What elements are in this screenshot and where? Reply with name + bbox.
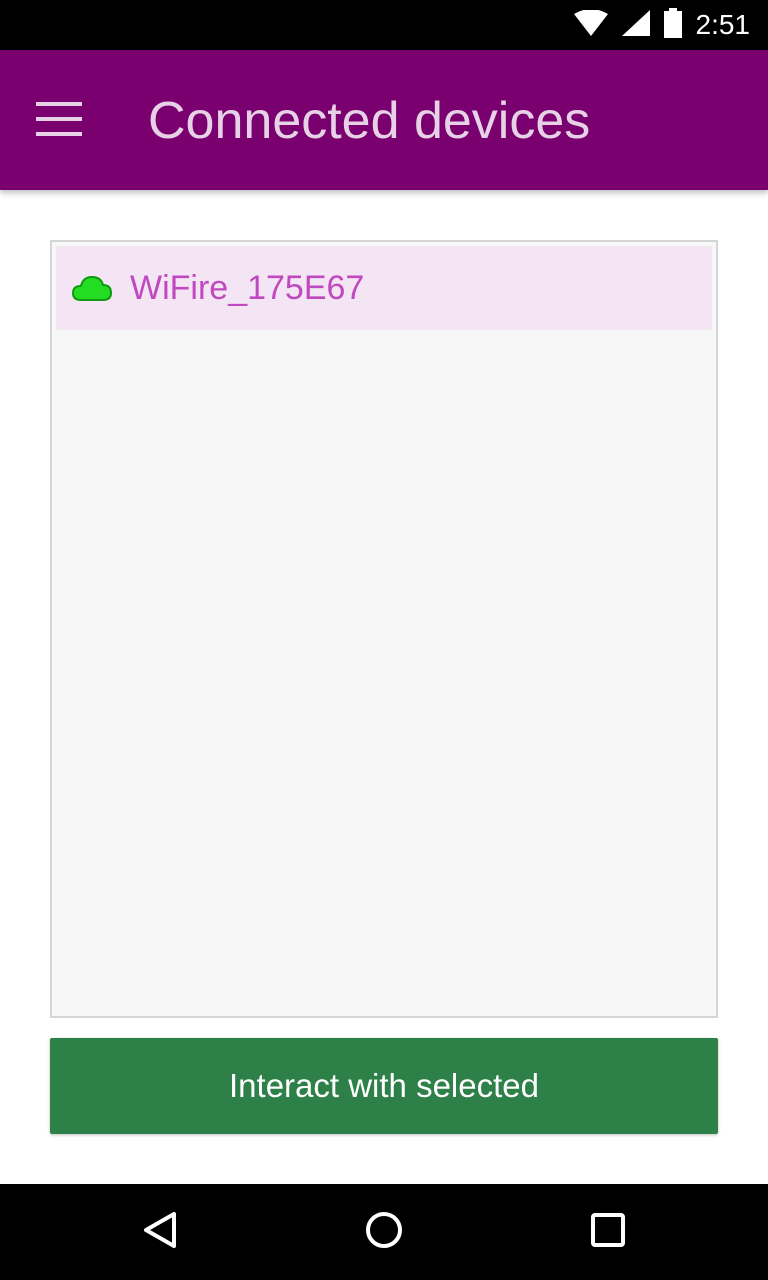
- menu-button[interactable]: [22, 88, 96, 154]
- cloud-icon: [71, 274, 113, 302]
- page-title: Connected devices: [148, 92, 591, 150]
- device-list[interactable]: WiFire_175E67: [50, 240, 718, 1018]
- device-list-item[interactable]: WiFire_175E67: [56, 246, 712, 330]
- status-icons: 2:51: [573, 0, 751, 50]
- interact-with-selected-button[interactable]: Interact with selected: [50, 1038, 718, 1134]
- status-time: 2:51: [695, 9, 751, 40]
- hamburger-menu-icon: [36, 101, 82, 141]
- recents-icon: [588, 1210, 628, 1255]
- cellular-signal-icon: [621, 9, 650, 41]
- wifi-signal-icon: [573, 8, 608, 41]
- recents-button[interactable]: [584, 1208, 632, 1256]
- home-icon: [364, 1210, 404, 1255]
- back-icon: [140, 1210, 180, 1255]
- device-name: WiFire_175E67: [130, 269, 365, 307]
- navigation-bar: [0, 1184, 768, 1280]
- battery-icon: [663, 7, 682, 43]
- back-button[interactable]: [136, 1208, 184, 1256]
- app-bar: Connected devices: [0, 50, 768, 190]
- home-button[interactable]: [360, 1208, 408, 1256]
- status-bar: 2:51: [0, 0, 768, 50]
